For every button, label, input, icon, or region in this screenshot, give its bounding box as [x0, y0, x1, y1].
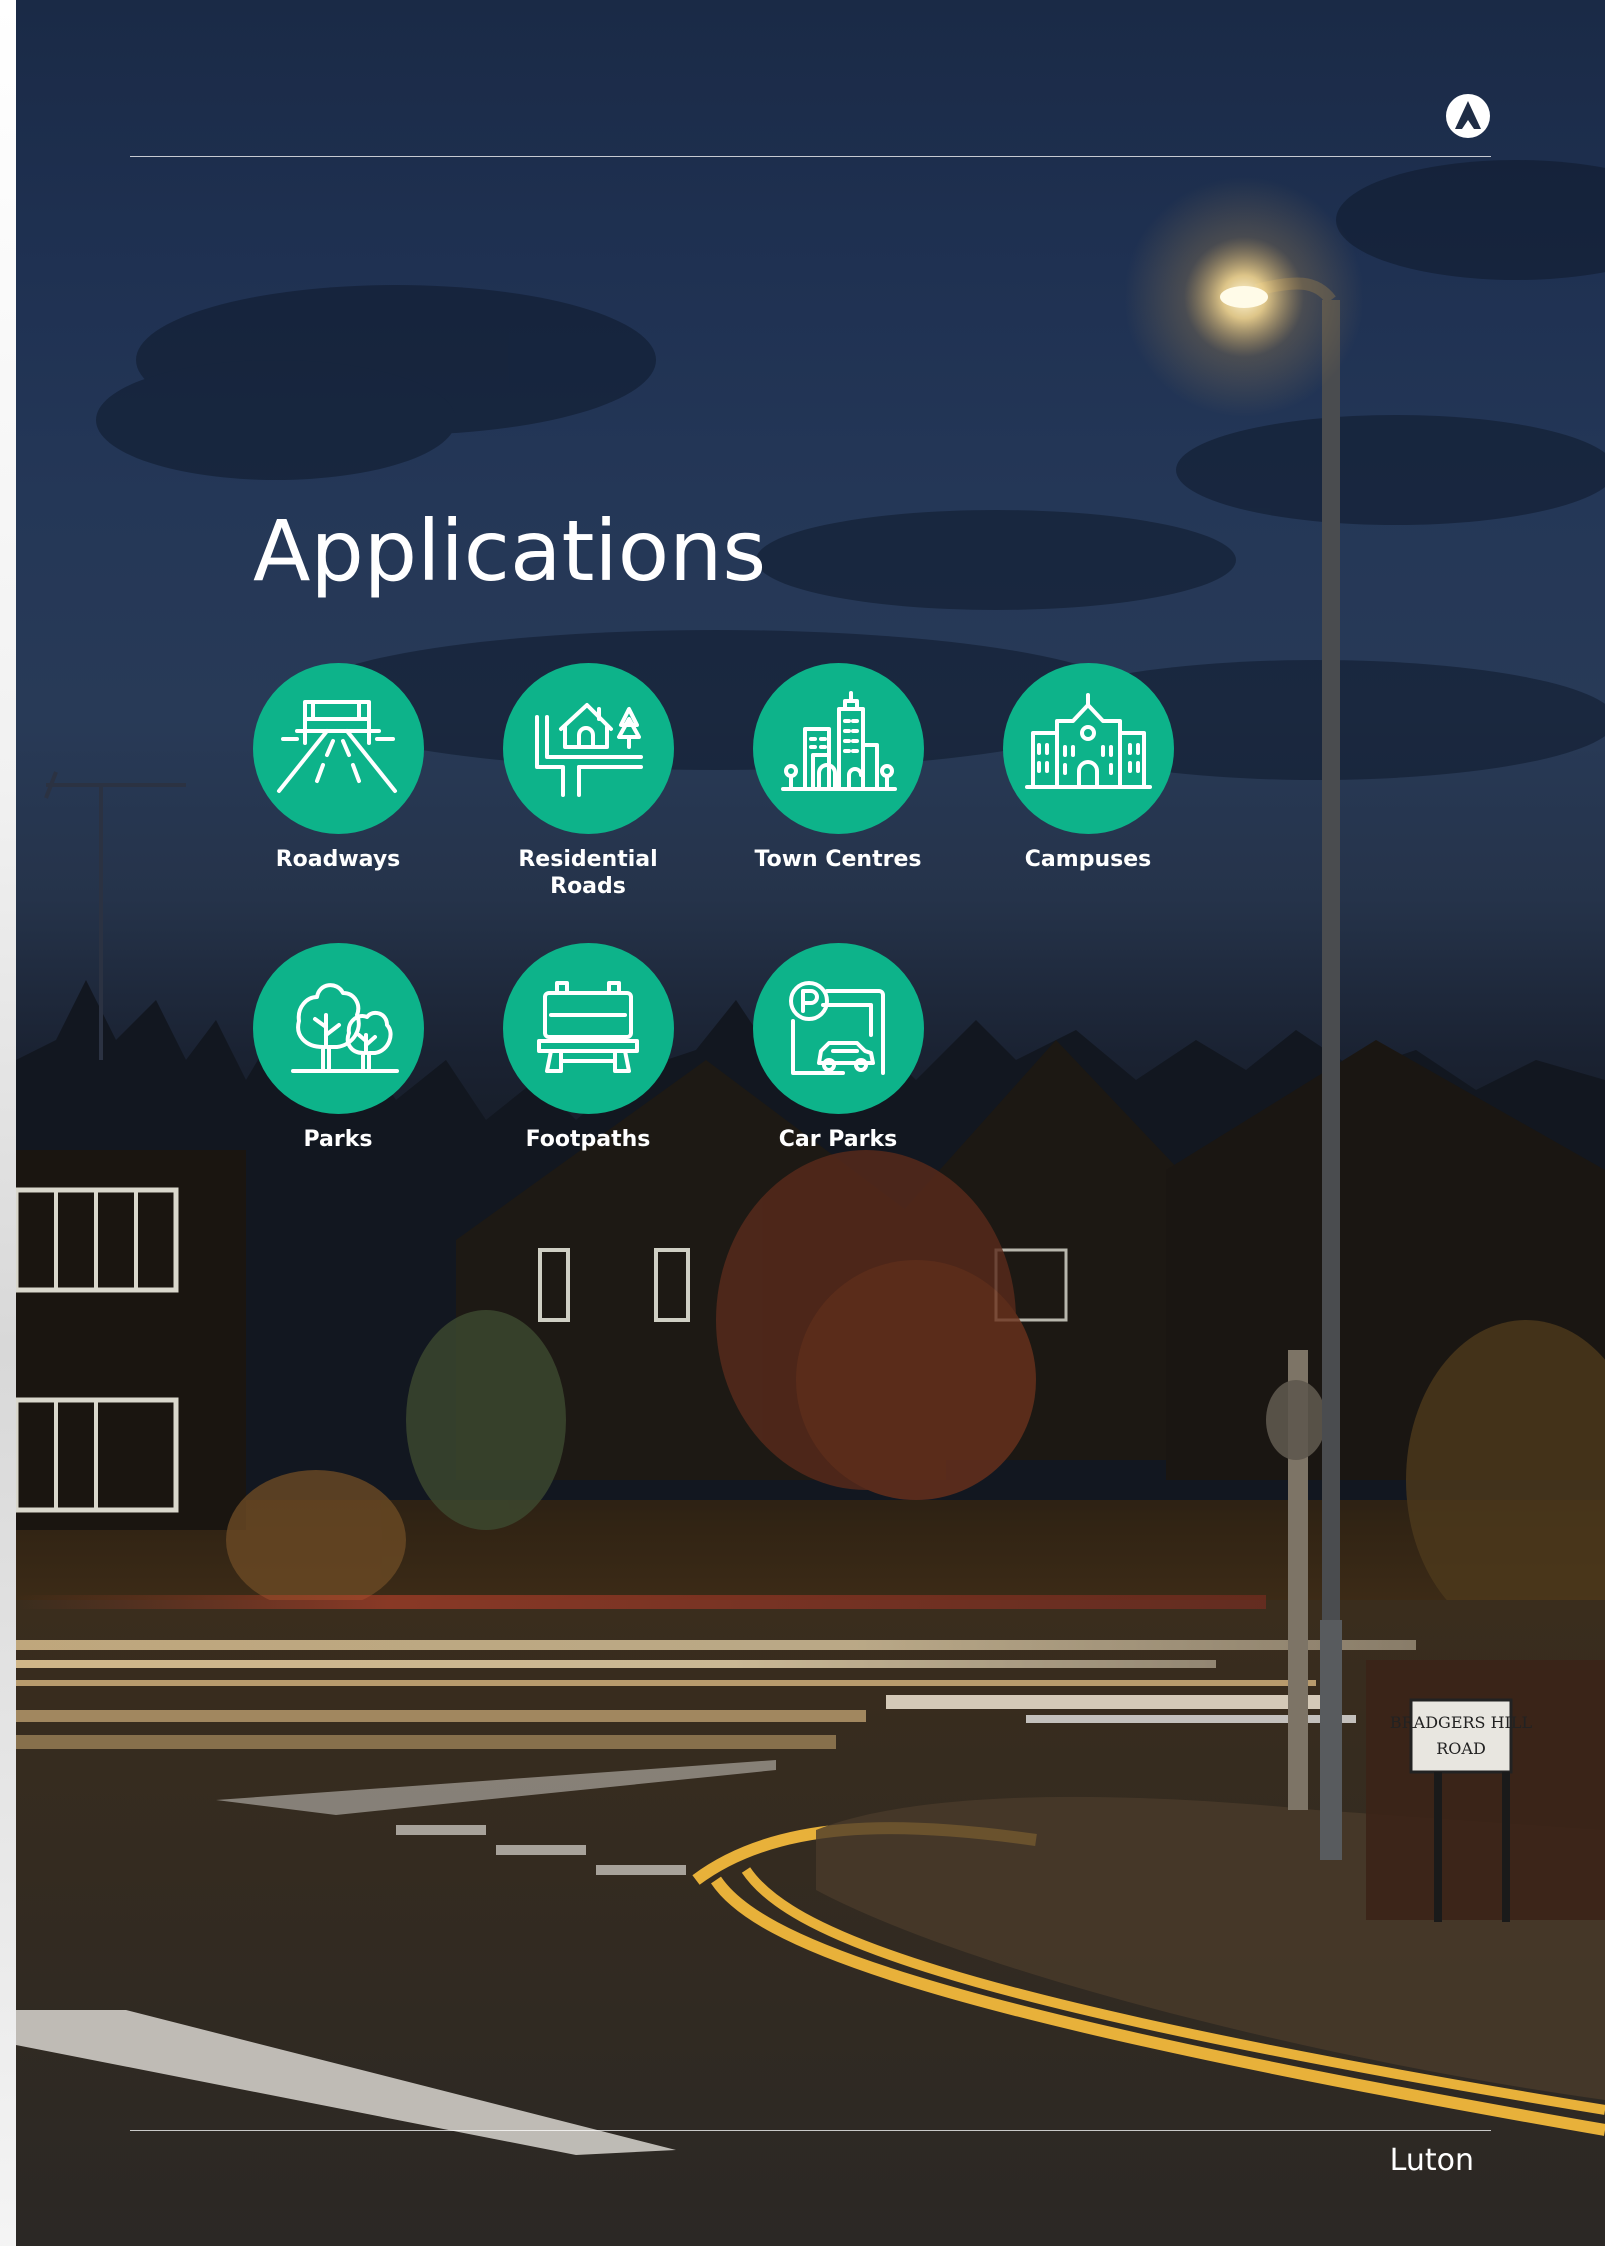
footer-location: Luton — [1389, 2143, 1474, 2178]
application-label: Campuses — [1024, 847, 1152, 872]
application-car-parks: Car Parks — [713, 943, 963, 1153]
application-town-centres: Town Centres — [713, 663, 963, 873]
application-campuses: Campuses — [963, 663, 1213, 873]
application-label: Town Centres — [754, 847, 922, 872]
application-label: Footpaths — [525, 1127, 651, 1152]
page-title: Applications — [253, 502, 767, 600]
svg-text:BRADGERS HILL: BRADGERS HILL — [1390, 1713, 1533, 1732]
application-label: Car Parks — [778, 1127, 898, 1152]
campuses-icon — [1002, 663, 1174, 834]
town-centres-icon — [752, 663, 924, 834]
footer-divider — [130, 2130, 1491, 2131]
antenna — [44, 771, 186, 1060]
roadway-icon — [252, 663, 424, 834]
brand-logo-icon — [1446, 94, 1490, 138]
street-sign: BRADGERS HILL ROAD — [1366, 1660, 1605, 1922]
parks-icon — [252, 943, 424, 1114]
application-label: Parks — [303, 1127, 373, 1152]
application-label: Roadways — [275, 847, 401, 872]
application-residential-roads: Residential Roads — [463, 663, 713, 900]
application-footpaths: Footpaths — [463, 943, 713, 1153]
application-parks: Parks — [213, 943, 463, 1153]
adjacent-page-edge — [0, 0, 16, 2246]
application-roadways: Roadways — [213, 663, 463, 873]
applications-grid: Roadways Residential Roads Town Centres … — [252, 663, 1253, 1163]
header-divider — [130, 156, 1491, 157]
svg-text:ROAD: ROAD — [1436, 1739, 1486, 1758]
residential-roads-icon — [502, 663, 674, 834]
brochure-page: BRADGERS HILL ROAD Applications Roadways… — [16, 0, 1605, 2246]
application-label: Residential Roads — [518, 847, 658, 899]
car-parks-icon — [752, 943, 924, 1114]
footpaths-icon — [502, 943, 674, 1114]
